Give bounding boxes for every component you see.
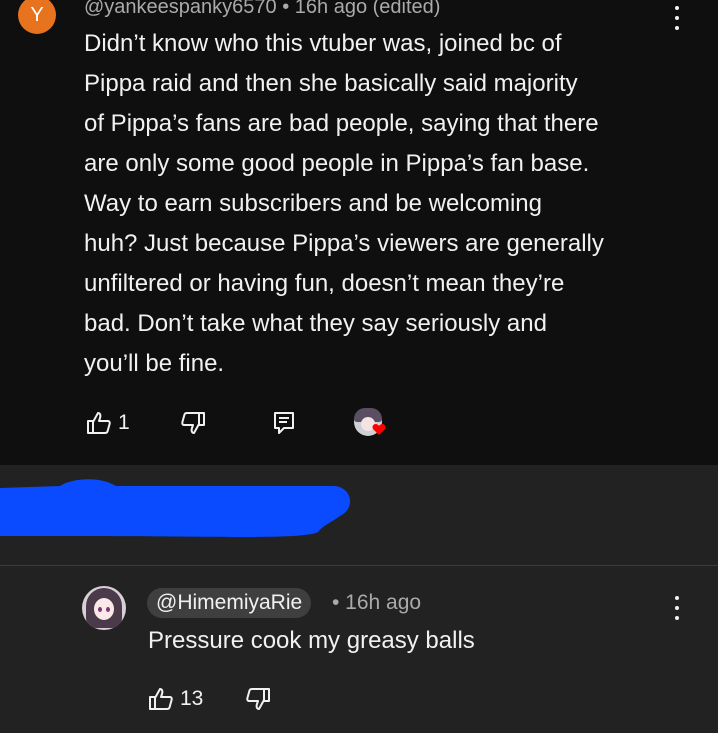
like-button[interactable]: 1	[86, 410, 130, 436]
channel-handle: @HimemiyaRie	[156, 591, 303, 614]
comment-line: are only some good people in Pippa’s fan…	[84, 150, 590, 177]
comment-line: unfiltered or having fun, doesn’t mean t…	[84, 270, 565, 297]
thumbs-down-icon	[245, 686, 271, 712]
comment-line: you’ll be fine.	[84, 350, 225, 377]
reply-body: Pressure cook my greasy balls	[148, 627, 475, 654]
thumbs-up-icon	[148, 686, 174, 712]
comment-line: of Pippa’s fans are bad people, saying t…	[84, 110, 599, 137]
like-button[interactable]: 13	[148, 686, 203, 712]
comment-line: huh? Just because Pippa’s viewers are ge…	[84, 230, 604, 257]
reply-icon	[273, 411, 295, 435]
dislike-button[interactable]	[180, 410, 206, 436]
comment-body: Didn’t know who this vtuber was, joined …	[84, 24, 684, 384]
creator-heart-icon	[372, 423, 386, 441]
comment-line: Way to earn subscribers and be welcoming	[84, 190, 542, 217]
thumbs-down-icon	[180, 410, 206, 436]
creator-heart	[354, 408, 386, 436]
channel-handle-badge[interactable]: @HimemiyaRie	[147, 588, 312, 618]
reply-meta: • 16h ago	[332, 591, 422, 614]
comment-line: Didn’t know who this vtuber was, joined …	[84, 30, 562, 57]
avatar[interactable]	[82, 586, 126, 630]
dislike-button[interactable]	[245, 686, 271, 712]
thumbs-up-icon	[86, 410, 112, 436]
avatar-letter: Y	[30, 3, 44, 26]
comment-line: Pippa raid and then she basically said m…	[84, 70, 578, 97]
like-count: 13	[180, 687, 204, 710]
like-count: 1	[118, 411, 130, 434]
comment-meta: @yankeespanky6570 • 16h ago (edited)	[84, 0, 441, 18]
more-vert-icon[interactable]	[667, 596, 687, 620]
redaction-blob	[0, 470, 360, 555]
reply-button[interactable]	[273, 411, 295, 435]
comment-line: bad. Don’t take what they say seriously …	[84, 310, 547, 337]
